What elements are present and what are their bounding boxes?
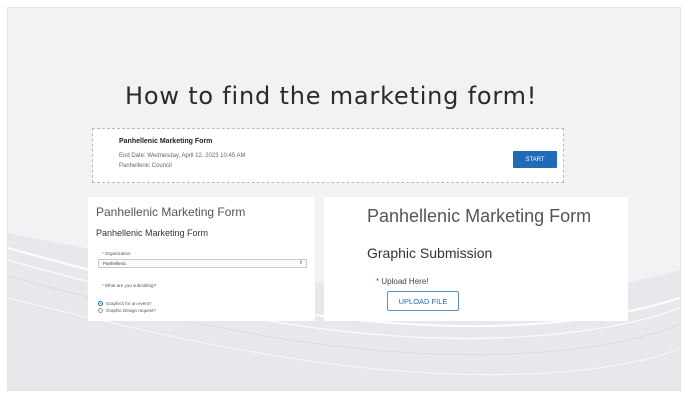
form-name: Panhellenic Marketing Form [119,138,213,145]
upload-file-button[interactable]: UPLOAD FILE [387,291,459,311]
start-button[interactable]: START [513,151,557,168]
graphic-submission-heading: Graphic Submission [367,245,493,261]
left-form-panel: Panhellenic Marketing Form Panhellenic M… [88,197,315,321]
question-label: * What are you submitting? [102,283,156,288]
upload-label-text: Upload Here! [381,277,429,286]
form-organization: Panhellenic Council [119,163,172,169]
required-mark: * [102,283,104,288]
organization-label-text: Organization [105,251,131,256]
right-form-header: Panhellenic Marketing Form [367,206,592,226]
slide-title: How to find the marketing form! [125,82,538,110]
left-form-header: Panhellenic Marketing Form [96,205,246,219]
radio-graphic-design[interactable] [98,308,103,313]
upload-label: * Upload Here! [376,277,429,286]
select-arrows-icon: ⇕ [298,260,303,266]
form-end-date: End Date: Wednesday, April 12, 2023 10:4… [119,153,246,159]
radio-graphics-event[interactable] [98,301,103,306]
organization-select[interactable]: Panhellenic ⇕ [98,259,307,268]
question-label-text: What are you submitting? [105,283,157,288]
left-form-subheader: Panhellenic Marketing Form [96,228,209,238]
organization-label: * Organization [102,251,131,256]
required-mark: * [102,251,104,256]
option-graphics-event[interactable]: Graphics for an event? [106,301,152,306]
required-mark: * [376,277,380,286]
form-listing-card: Panhellenic Marketing Form End Date: Wed… [92,128,564,183]
right-form-panel: Panhellenic Marketing Form Graphic Submi… [324,197,628,321]
organization-select-value: Panhellenic [103,261,127,266]
option-graphic-design[interactable]: Graphic Design request? [106,308,156,313]
